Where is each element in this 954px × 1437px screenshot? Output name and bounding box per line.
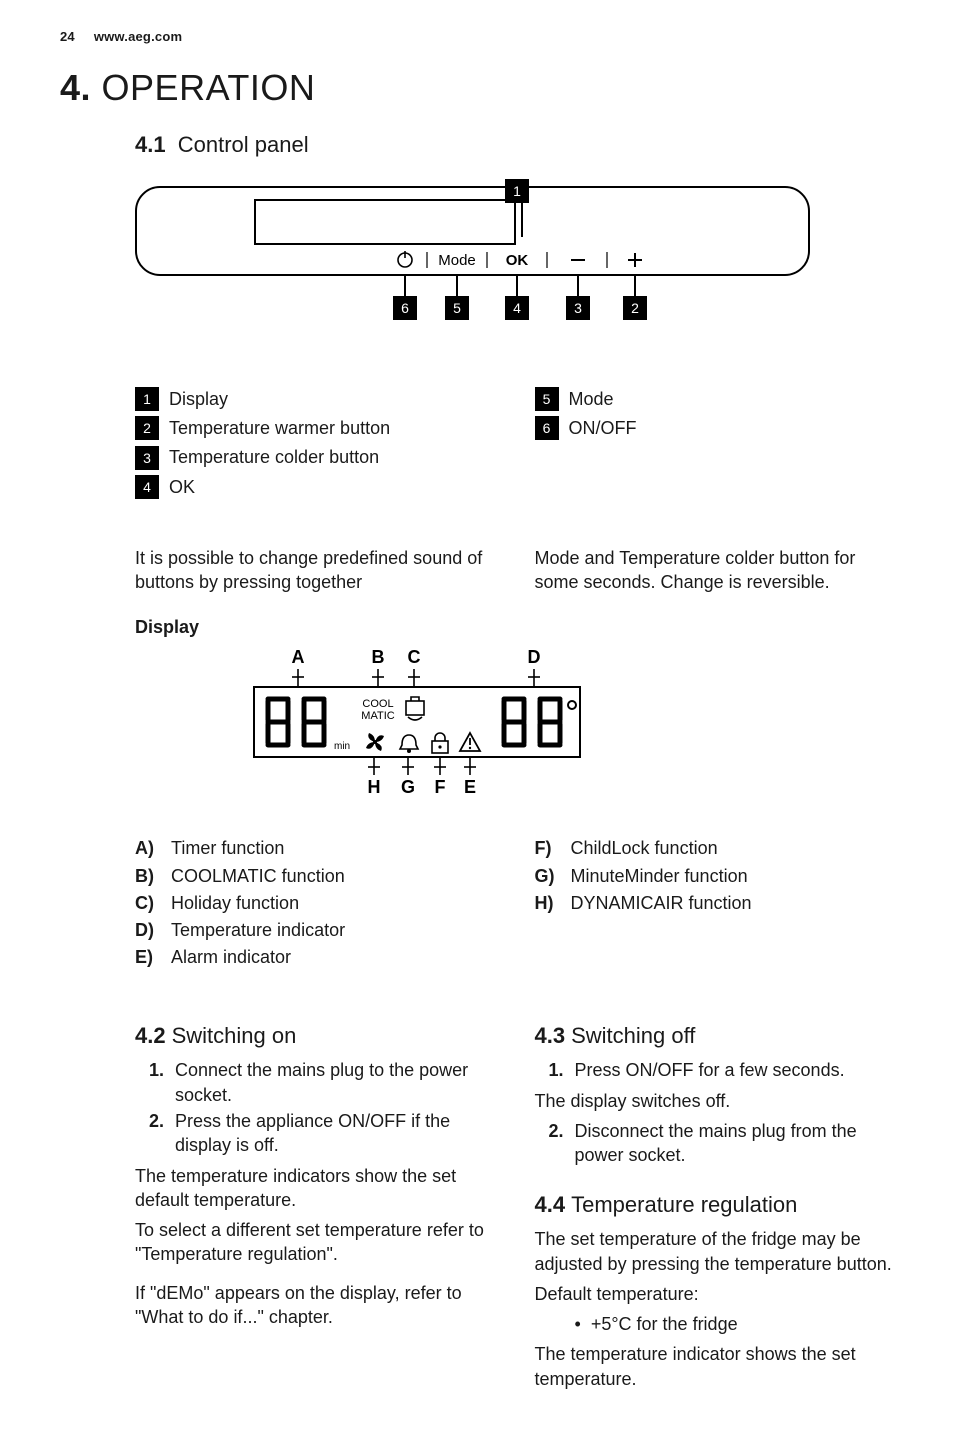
chapter-title: OPERATION [102,67,316,108]
holiday-icon [406,697,424,720]
switching-on-steps: Connect the mains plug to the power sock… [135,1058,495,1157]
s42-note2: To select a different set temperature re… [135,1218,495,1267]
switching-off-steps-a: Press ON/OFF for a few seconds. [535,1058,895,1082]
control-panel-figure: 1 Mode OK [135,186,810,356]
chapter-number: 4. [60,67,91,108]
svg-text:A: A [292,647,305,667]
s44-p2: Default temperature: [535,1282,895,1306]
callout-box-1: 1 [505,179,529,203]
s44-p1: The set temperature of the fridge may be… [535,1227,895,1276]
bell-icon [400,735,418,753]
section-4-2-heading: 4.2Switching on [135,1021,495,1051]
svg-text:E: E [464,777,476,797]
lock-icon [432,733,448,753]
display-figure: A B C D [250,647,894,813]
section-4-4-heading: 4.4Temperature regulation [535,1190,895,1220]
callout-box-4: 4 [505,296,529,320]
s43-mid: The display switches off. [535,1089,895,1113]
sound-note-left: It is possible to change predefined soun… [135,546,495,595]
svg-text:B: B [372,647,385,667]
section-title: Control panel [178,132,309,157]
chapter-heading: 4. OPERATION [60,64,894,113]
svg-text:MATIC: MATIC [361,710,394,722]
control-panel-svg: Mode OK [135,186,810,296]
s42-note1: The temperature indicators show the set … [135,1164,495,1213]
fan-icon [366,733,384,751]
panel-ok-label: OK [506,252,529,269]
svg-text:H: H [368,777,381,797]
seven-seg-icon [264,695,294,749]
display-legend-right: F)ChildLock function G)MinuteMinder func… [535,833,895,972]
page-number: 24 [60,28,90,46]
section-number: 4.1 [135,132,166,157]
section-4-1-heading: 4.1 Control panel [135,130,894,160]
page-header: 24 www.aeg.com [60,28,894,46]
callout-box-2: 2 [623,296,647,320]
callout-box-6: 6 [393,296,417,320]
s42-note3: If "dEMo" appears on the display, refer … [135,1281,495,1330]
svg-text:F: F [435,777,446,797]
display-subheading: Display [135,615,894,639]
switching-off-steps-b: Disconnect the mains plug from the power… [535,1119,895,1168]
panel-mode-label: Mode [438,252,476,269]
s44-bullet: +5°C for the fridge [575,1312,895,1336]
callout-box-3: 3 [566,296,590,320]
callout-box-5: 5 [445,296,469,320]
svg-text:D: D [528,647,541,667]
display-legend-left: A)Timer function B)COOLMATIC function C)… [135,833,495,972]
site-url: www.aeg.com [94,29,182,44]
section-4-3-heading: 4.3Switching off [535,1021,895,1051]
s44-p3: The temperature indicator shows the set … [535,1342,895,1391]
svg-text:min: min [334,741,350,752]
svg-text:C: C [408,647,421,667]
svg-text:COOL: COOL [362,698,393,710]
alarm-icon [460,733,480,751]
sound-note-right: Mode and Temperature colder button for s… [535,546,895,595]
svg-text:G: G [401,777,415,797]
panel-legend-right: 5Mode 6ON/OFF [535,387,895,441]
panel-legend-left: 1Display 2Temperature warmer button 3Tem… [135,387,495,499]
